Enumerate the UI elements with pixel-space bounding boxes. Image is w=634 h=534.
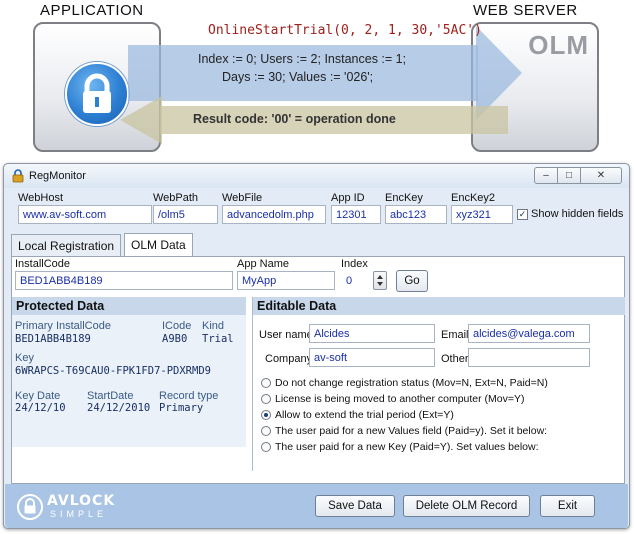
option-extend-label: Allow to extend the trial period (Ext=Y) xyxy=(275,409,454,421)
keydate-value: 24/12/10 xyxy=(15,402,66,414)
webfile-label: WebFile xyxy=(222,192,263,204)
minimize-icon: – xyxy=(543,170,549,181)
enckey-label: EncKey xyxy=(385,192,423,204)
delete-olm-record-button[interactable]: Delete OLM Record xyxy=(403,495,530,517)
tab-local-registration[interactable]: Local Registration xyxy=(11,234,122,256)
startdate-label: StartDate xyxy=(87,390,134,402)
minimize-button[interactable]: – xyxy=(534,167,558,184)
installcode-field[interactable]: BED1ABB4B189 xyxy=(15,271,233,290)
index-field[interactable]: 0 xyxy=(341,271,373,290)
webfile-field[interactable]: advancedolm.php xyxy=(222,205,326,224)
response-arrow-head xyxy=(120,96,162,144)
protected-data-heading: Protected Data xyxy=(12,297,246,315)
olm-data-panel: InstallCode BED1ABB4B189 App Name MyApp … xyxy=(11,256,625,484)
avlock-logo-subtext: SIMPLE xyxy=(50,509,108,519)
webpath-field[interactable]: /olm5 xyxy=(153,205,218,224)
editable-data-heading: Editable Data xyxy=(253,297,625,315)
stepper-arrows-icon xyxy=(377,275,383,286)
option-no-change-label: Do not change registration status (Mov=N… xyxy=(275,377,548,389)
go-button[interactable]: Go xyxy=(396,270,428,292)
page: APPLICATION WEB SERVER OLM OnlineStartTr… xyxy=(0,0,634,534)
icode-label: ICode xyxy=(162,320,192,332)
enckey2-label: EncKey2 xyxy=(451,192,496,204)
api-call-text: OnlineStartTrial(0, 2, 1, 30,'5AC') xyxy=(208,23,482,38)
option-move-radio[interactable] xyxy=(261,394,271,404)
protected-data-area: Primary InstallCode BED1ABB4B189 ICode A… xyxy=(12,315,246,447)
webhost-label: WebHost xyxy=(18,192,64,204)
icode-value: A9B0 xyxy=(162,333,188,345)
maximize-icon: □ xyxy=(565,170,573,181)
web-server-label: WEB SERVER xyxy=(473,2,578,19)
save-data-button[interactable]: Save Data xyxy=(315,495,395,517)
other-field[interactable] xyxy=(468,348,590,367)
option-paid-key-label: The user paid for a new Key (Paid=Y). Se… xyxy=(275,441,539,453)
avlock-logo-text: AVLOCK xyxy=(47,493,116,509)
option-paid-values-label: The user paid for a new Values field (Pa… xyxy=(275,425,548,437)
tab-olm-data[interactable]: OLM Data xyxy=(124,233,193,256)
show-hidden-label: Show hidden fields xyxy=(531,208,624,220)
avlock-logo: AVLOCK SIMPLE xyxy=(17,493,127,521)
exit-button[interactable]: Exit xyxy=(540,495,595,517)
kind-value: Trial xyxy=(202,333,234,345)
params-line-1: Index := 0; Users := 2; Instances := 1; xyxy=(198,52,407,66)
index-stepper[interactable] xyxy=(373,271,387,290)
webhost-field[interactable]: www.av-soft.com xyxy=(18,205,152,224)
kind-label: Kind xyxy=(202,320,225,332)
option-paid-key-radio[interactable] xyxy=(261,442,271,452)
other-label: Other xyxy=(441,353,469,365)
close-button[interactable]: ✕ xyxy=(580,167,622,184)
enckey-field[interactable]: abc123 xyxy=(385,205,447,224)
application-label: APPLICATION xyxy=(40,2,144,19)
option-no-change-radio[interactable] xyxy=(261,378,271,388)
window-title: RegMonitor xyxy=(29,170,86,182)
primary-installcode-label: Primary InstallCode xyxy=(15,320,111,332)
primary-installcode-value: BED1ABB4B189 xyxy=(15,333,91,345)
username-field[interactable]: Alcides xyxy=(309,324,435,343)
option-paid-values-radio[interactable] xyxy=(261,426,271,436)
enckey2-field[interactable]: xyz321 xyxy=(451,205,513,224)
index-label: Index xyxy=(341,258,368,270)
keydate-label: Key Date xyxy=(15,390,61,402)
params-line-2: Days := 30; Values := '026'; xyxy=(222,70,374,84)
appname-label: App Name xyxy=(237,258,289,270)
section-divider xyxy=(252,297,253,471)
startdate-value: 24/12/2010 xyxy=(87,402,151,414)
avlock-lock-icon xyxy=(17,494,43,520)
show-hidden-checkbox[interactable]: ✓ xyxy=(517,209,528,220)
title-bar[interactable]: RegMonitor – □ ✕ xyxy=(4,164,629,188)
close-icon: ✕ xyxy=(596,170,606,181)
appid-label: App ID xyxy=(331,192,365,204)
key-label: Key xyxy=(15,352,34,364)
option-move-label: License is being moved to another comput… xyxy=(275,393,525,405)
installcode-label: InstallCode xyxy=(15,258,71,270)
appid-field[interactable]: 12301 xyxy=(331,205,381,224)
username-label: User name xyxy=(259,329,313,341)
company-label: Company xyxy=(265,353,313,365)
recordtype-label: Record type xyxy=(159,390,219,402)
flow-diagram: APPLICATION WEB SERVER OLM OnlineStartTr… xyxy=(0,0,634,160)
maximize-button[interactable]: □ xyxy=(557,167,581,184)
email-field[interactable]: alcides@valega.com xyxy=(468,324,590,343)
company-field[interactable]: av-soft xyxy=(309,348,435,367)
footer-bar: AVLOCK SIMPLE Save Data Delete OLM Recor… xyxy=(5,484,628,528)
app-lock-icon xyxy=(12,169,24,183)
key-value: 6WRAPCS-T69CAU0-FPK1FD7-PDXRMD9 xyxy=(15,365,211,377)
recordtype-value: Primary xyxy=(159,402,204,414)
appname-field[interactable]: MyApp xyxy=(237,271,335,290)
option-extend-radio[interactable] xyxy=(261,410,271,420)
result-text: Result code: '00' = operation done xyxy=(193,112,396,126)
email-label: Email xyxy=(441,329,469,341)
regmonitor-window: RegMonitor – □ ✕ WebHost www.av-soft.com… xyxy=(3,163,630,529)
webpath-label: WebPath xyxy=(153,192,199,204)
